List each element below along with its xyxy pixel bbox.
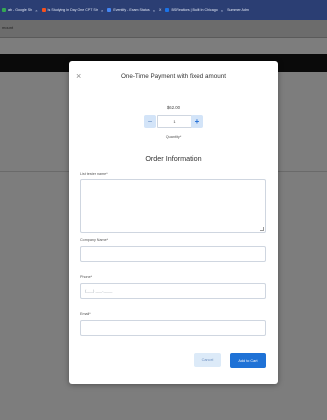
site-icon [41,8,46,12]
phone-placeholder: (___) ___-____ [85,288,113,293]
company-label: Company Name* [80,238,109,242]
price-text: $62.00 [166,105,181,110]
browser-tab[interactable]: Summer Adm [225,0,251,20]
cancel-button[interactable]: Cancel [194,353,221,367]
tab-label: Eventify - Exam Status [113,8,150,12]
address-text: mount [2,25,14,30]
name-field[interactable] [80,179,266,233]
company-field[interactable] [80,246,266,262]
address-bar[interactable]: mount [0,20,327,38]
quantity-label: Quantity* [165,135,182,139]
tab-label: ab - Google Sh [8,8,33,12]
name-label: List tester name* [80,172,108,176]
resize-handle-icon[interactable] [260,227,264,231]
email-field[interactable] [80,320,266,336]
add-to-cart-button[interactable]: Add to Cart [230,353,266,368]
site-icon [165,8,170,12]
order-information-title: Order Information [145,154,202,163]
modal-title: One-Time Payment with fixed amount [120,73,227,80]
payment-modal: × One-Time Payment with fixed amount $62… [69,61,278,384]
increment-button[interactable]: + [191,115,203,128]
phone-label: Phone* [80,275,93,279]
browser-tab[interactable]: ab - Google Sh × [0,0,40,20]
browser-tab[interactable]: Eventify - Exam Status × [105,0,157,20]
email-label: Email* [80,312,91,316]
sheets-icon [2,8,6,12]
browser-tab-bar: ab - Google Sh × Is Studying in Day One … [0,0,327,20]
close-tab-icon[interactable]: × [35,8,37,13]
close-tab-icon[interactable]: × [153,8,155,13]
phone-field[interactable]: (___) ___-____ [80,283,266,299]
tab-label: X [159,8,162,12]
close-tab-icon[interactable]: × [101,8,103,13]
quantity-input[interactable]: 1 [157,115,192,128]
site-icon [107,8,112,12]
decrement-button[interactable]: − [144,115,156,128]
tab-label: Summer Adm [227,8,249,12]
quantity-stepper: − 1 + [144,115,204,128]
close-tab-icon[interactable]: × [221,8,223,13]
browser-tab[interactable]: Is Studying in Day One CPT Str × [40,0,106,20]
browser-tab[interactable]: BSRealtors | Built In Chicago × [163,0,225,20]
tab-label: Is Studying in Day One CPT Str [47,8,98,12]
tab-label: BSRealtors | Built In Chicago [171,8,218,12]
